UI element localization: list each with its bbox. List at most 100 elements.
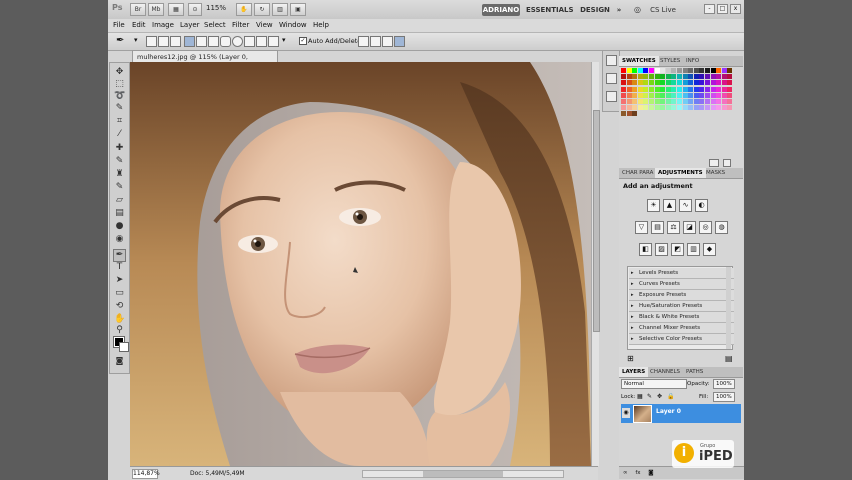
color-swatch[interactable] — [643, 80, 649, 86]
lock-all-icon[interactable]: 🔒 — [667, 392, 674, 402]
color-swatch[interactable] — [688, 92, 694, 98]
color-swatch[interactable] — [705, 80, 710, 86]
levels-icon[interactable]: ▲ — [663, 199, 676, 212]
color-swatch[interactable] — [716, 99, 722, 104]
color-swatch[interactable] — [727, 111, 732, 116]
hand-tool-icon[interactable]: ✋ — [114, 314, 125, 325]
color-swatch[interactable] — [688, 74, 694, 80]
color-swatch[interactable] — [632, 68, 638, 73]
color-swatch[interactable] — [705, 74, 710, 80]
color-swatch[interactable] — [643, 68, 649, 73]
healing-brush-tool-icon[interactable]: ✚ — [114, 143, 125, 154]
custom-shape-button[interactable] — [268, 36, 279, 47]
layer-name[interactable]: Layer 0 — [656, 408, 681, 415]
view-extras-button[interactable]: ▦ — [168, 3, 184, 16]
canvas-horizontal-scrollbar[interactable] — [362, 470, 564, 478]
background-color-swatch[interactable] — [119, 342, 129, 352]
color-swatch[interactable] — [643, 86, 649, 92]
polygon-button[interactable] — [244, 36, 255, 47]
lock-position-icon[interactable]: ✥ — [657, 392, 662, 402]
color-swatch[interactable] — [637, 92, 643, 98]
marquee-tool-icon[interactable]: ⬚ — [114, 79, 125, 90]
intersect-path-button[interactable] — [382, 36, 393, 47]
3d-rotate-tool-icon[interactable]: ⟲ — [114, 301, 125, 312]
auto-add-delete-checkbox[interactable]: ✓ — [299, 37, 307, 45]
color-swatch[interactable] — [671, 80, 677, 86]
color-swatch[interactable] — [711, 111, 716, 116]
color-swatch[interactable] — [699, 68, 705, 73]
color-swatch[interactable] — [649, 92, 654, 98]
new-swatch-icon[interactable] — [709, 159, 719, 167]
paths-button[interactable] — [158, 36, 169, 47]
hue-saturation-icon[interactable]: ▤ — [651, 221, 664, 234]
color-swatch[interactable] — [649, 86, 654, 92]
menu-window[interactable]: Window — [279, 21, 307, 29]
color-swatch[interactable] — [710, 99, 716, 104]
color-swatch[interactable] — [693, 68, 699, 73]
color-swatch[interactable] — [699, 80, 705, 86]
color-swatch[interactable] — [621, 99, 626, 104]
color-swatch[interactable] — [621, 74, 626, 80]
zoom-level-icon[interactable]: ⊙ — [188, 3, 202, 16]
color-swatch[interactable] — [716, 68, 722, 73]
ellipse-button[interactable] — [232, 36, 243, 47]
color-swatch[interactable] — [693, 74, 699, 80]
color-swatch[interactable] — [693, 99, 699, 104]
channel-mixer-icon[interactable]: ◍ — [715, 221, 728, 234]
brush-tool-icon[interactable]: ✎ — [114, 156, 125, 167]
pen-tool-icon[interactable]: ✒ — [113, 249, 126, 262]
mini-bridge-button[interactable]: Mb — [148, 3, 164, 16]
bridge-button[interactable]: Br — [130, 3, 146, 16]
color-swatch[interactable] — [722, 111, 727, 116]
color-swatch[interactable] — [688, 80, 694, 86]
color-swatch[interactable] — [699, 111, 704, 116]
lasso-tool-icon[interactable]: ➰ — [114, 91, 125, 102]
color-swatch[interactable] — [671, 92, 677, 98]
tab-info[interactable]: INFO — [683, 56, 702, 66]
color-swatch[interactable] — [660, 99, 666, 104]
color-swatch[interactable] — [626, 68, 632, 73]
vertical-scroll-thumb[interactable] — [593, 110, 600, 332]
color-swatch[interactable] — [688, 111, 693, 116]
color-swatch[interactable] — [727, 92, 733, 98]
curves-icon[interactable]: ∿ — [679, 199, 692, 212]
fill-field[interactable]: 100% — [713, 392, 735, 402]
rotate-view-icon[interactable]: ↻ — [254, 3, 270, 16]
color-swatch[interactable] — [682, 99, 688, 104]
color-swatch[interactable] — [682, 68, 688, 73]
pen-tool-button[interactable] — [184, 36, 195, 47]
cs-live-button[interactable]: CS Live — [644, 4, 682, 16]
adjustment-footer-icon[interactable]: ⊞ — [627, 354, 634, 363]
color-swatch[interactable] — [710, 74, 716, 80]
menu-layer[interactable]: Layer — [180, 21, 200, 29]
color-swatch[interactable] — [665, 86, 671, 92]
color-swatch[interactable] — [643, 74, 649, 80]
tab-adjustments[interactable]: ADJUSTMENTS — [655, 168, 706, 178]
lock-transparency-icon[interactable]: ▦ — [637, 392, 643, 402]
freeform-pen-button[interactable] — [196, 36, 207, 47]
color-swatch[interactable] — [654, 86, 660, 92]
color-swatch[interactable] — [643, 105, 649, 111]
blend-mode-select[interactable]: Normal — [621, 379, 687, 389]
color-swatch[interactable] — [637, 86, 643, 92]
color-swatch[interactable] — [727, 105, 733, 111]
close-button[interactable]: x — [730, 4, 741, 14]
screen-mode-icon[interactable]: ▣ — [290, 3, 306, 16]
color-swatch[interactable] — [632, 74, 638, 80]
color-swatch[interactable] — [660, 92, 666, 98]
quick-selection-tool-icon[interactable]: ✎ — [114, 103, 125, 114]
color-swatch[interactable] — [716, 86, 722, 92]
color-swatch[interactable] — [654, 99, 660, 104]
link-layers-icon[interactable]: ∞ — [623, 470, 628, 476]
color-swatch[interactable] — [654, 105, 660, 111]
eyedropper-tool-icon[interactable]: ⁄ — [114, 129, 125, 140]
color-swatch[interactable] — [710, 80, 716, 86]
color-swatch[interactable] — [682, 86, 688, 92]
geometry-options-icon[interactable]: ▾ — [282, 36, 291, 45]
zoom-field[interactable]: 114,87% — [132, 469, 160, 479]
tab-paths[interactable]: PATHS — [683, 367, 706, 377]
visibility-eye-icon[interactable]: ◉ — [622, 408, 630, 418]
color-swatch[interactable] — [665, 105, 671, 111]
color-swatch[interactable] — [699, 99, 705, 104]
threshold-icon[interactable]: ◩ — [671, 243, 684, 256]
